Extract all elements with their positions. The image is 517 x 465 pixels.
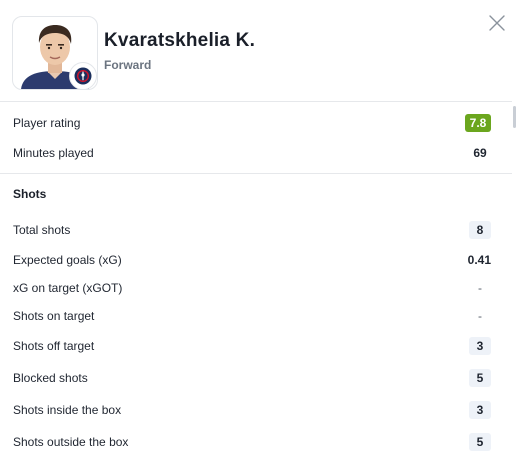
stat-row-expected-goals: Expected goals (xG) 0.41 (0, 246, 500, 274)
close-button[interactable] (486, 12, 508, 34)
stat-row-player-rating: Player rating 7.8 (0, 109, 500, 137)
section-title-shots: Shots (13, 187, 47, 201)
stat-label: Total shots (13, 223, 71, 237)
stat-value: 3 (469, 337, 491, 355)
stat-label: xG on target (xGOT) (13, 281, 123, 295)
stat-label: Shots on target (13, 309, 95, 323)
stat-row-shots-inside-box: Shots inside the box 3 (0, 396, 500, 424)
stat-value: - (478, 309, 482, 323)
stat-value: 0.41 (467, 253, 491, 267)
scrollbar[interactable] (513, 106, 516, 128)
stat-label: Shots outside the box (13, 435, 129, 449)
stat-row-minutes-played: Minutes played 69 (0, 139, 500, 167)
stat-label: Minutes played (13, 146, 94, 160)
player-header: Kvaratskhelia K. Forward (0, 0, 517, 100)
stat-row-blocked-shots: Blocked shots 5 (0, 364, 500, 392)
stat-row-shots-on-target: Shots on target - (0, 302, 500, 330)
stat-value: 3 (469, 401, 491, 419)
header-divider (0, 101, 512, 102)
stat-label: Blocked shots (13, 371, 88, 385)
stat-value: 8 (469, 221, 491, 239)
stat-row-total-shots: Total shots 8 (0, 216, 500, 244)
stat-row-xg-on-target: xG on target (xGOT) - (0, 274, 500, 302)
section-divider (0, 173, 512, 174)
psg-club-badge-icon (74, 67, 92, 85)
stat-value: 5 (469, 369, 491, 387)
stat-label: Shots inside the box (13, 403, 122, 417)
stat-value: 5 (469, 433, 491, 451)
rating-badge: 7.8 (465, 114, 491, 132)
player-position: Forward (104, 58, 152, 72)
stat-row-shots-outside-box: Shots outside the box 5 (0, 428, 500, 456)
stat-row-shots-off-target: Shots off target 3 (0, 332, 500, 360)
stat-label: Expected goals (xG) (13, 253, 122, 267)
player-name: Kvaratskhelia K. (104, 30, 256, 51)
stat-label: Player rating (13, 116, 81, 130)
club-badge (69, 62, 97, 90)
close-icon[interactable] (486, 12, 508, 34)
stat-label: Shots off target (13, 339, 95, 353)
stat-value: 69 (473, 146, 487, 160)
stat-value: - (478, 281, 482, 295)
